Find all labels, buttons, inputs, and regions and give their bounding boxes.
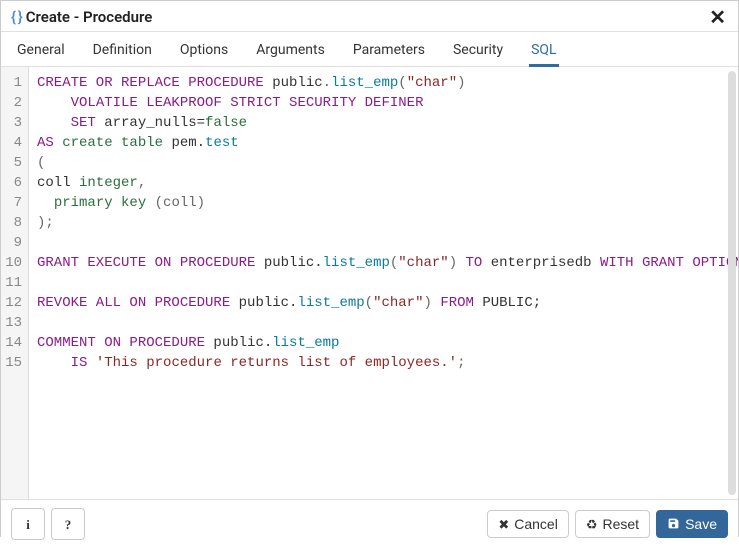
line-number: 1 <box>5 73 22 93</box>
line-number: 10 <box>5 253 22 273</box>
cancel-button[interactable]: ✖ Cancel <box>487 510 569 538</box>
line-number: 4 <box>5 133 22 153</box>
sql-code-area[interactable]: CREATE OR REPLACE PROCEDURE public.list_… <box>29 67 738 499</box>
line-number: 2 <box>5 93 22 113</box>
line-number: 6 <box>5 173 22 193</box>
line-number: 3 <box>5 113 22 133</box>
code-line[interactable]: SET array_nulls=false <box>37 113 730 133</box>
code-line[interactable]: primary key (coll) <box>37 193 730 213</box>
sql-editor[interactable]: 123456789101112131415 CREATE OR REPLACE … <box>1 67 738 499</box>
code-line[interactable] <box>37 233 730 253</box>
tab-general[interactable]: General <box>15 38 67 66</box>
line-number: 15 <box>5 353 22 373</box>
info-icon: i <box>26 518 30 531</box>
code-line[interactable]: AS create table pem.test <box>37 133 730 153</box>
close-icon: ✖ <box>498 518 509 531</box>
line-number: 13 <box>5 313 22 333</box>
line-number: 12 <box>5 293 22 313</box>
code-line[interactable]: ); <box>37 213 730 233</box>
code-line[interactable] <box>37 313 730 333</box>
code-line[interactable] <box>37 273 730 293</box>
dialog-footer: i ? ✖ Cancel ♻ Reset Save <box>1 499 738 548</box>
tab-arguments[interactable]: Arguments <box>254 38 327 66</box>
tab-parameters[interactable]: Parameters <box>351 38 427 66</box>
code-line[interactable]: ( <box>37 153 730 173</box>
code-line[interactable]: CREATE OR REPLACE PROCEDURE public.list_… <box>37 73 730 93</box>
tab-sql[interactable]: SQL <box>529 38 558 66</box>
line-number: 7 <box>5 193 22 213</box>
cancel-label: Cancel <box>514 516 558 532</box>
tab-security[interactable]: Security <box>451 38 505 66</box>
close-icon[interactable]: ✕ <box>709 7 726 27</box>
info-button[interactable]: i <box>11 508 45 540</box>
save-label: Save <box>685 516 717 532</box>
line-number: 8 <box>5 213 22 233</box>
save-icon <box>667 517 680 532</box>
dialog-header: { } Create - Procedure ✕ <box>1 1 738 32</box>
code-line[interactable]: REVOKE ALL ON PROCEDURE public.list_emp(… <box>37 293 730 313</box>
line-number: 5 <box>5 153 22 173</box>
code-line[interactable]: IS 'This procedure returns list of emplo… <box>37 353 730 373</box>
vertical-scrollbar[interactable] <box>728 71 736 495</box>
title-wrap: { } Create - Procedure <box>11 8 152 26</box>
code-line[interactable]: GRANT EXECUTE ON PROCEDURE public.list_e… <box>37 253 730 273</box>
code-line[interactable]: coll integer, <box>37 173 730 193</box>
line-number: 11 <box>5 273 22 293</box>
footer-left: i ? <box>11 508 85 540</box>
tab-options[interactable]: Options <box>178 38 230 66</box>
help-icon: ? <box>65 518 72 531</box>
tab-definition[interactable]: Definition <box>91 38 154 66</box>
tab-bar: General Definition Options Arguments Par… <box>1 32 738 67</box>
footer-right: ✖ Cancel ♻ Reset Save <box>487 510 728 538</box>
line-number: 14 <box>5 333 22 353</box>
reset-button[interactable]: ♻ Reset <box>575 510 650 538</box>
dialog-title: Create - Procedure <box>26 8 153 26</box>
recycle-icon: ♻ <box>586 518 598 531</box>
code-line[interactable]: COMMENT ON PROCEDURE public.list_emp <box>37 333 730 353</box>
reset-label: Reset <box>603 516 640 532</box>
line-number-gutter: 123456789101112131415 <box>1 67 29 499</box>
help-button[interactable]: ? <box>51 508 85 540</box>
code-line[interactable]: VOLATILE LEAKPROOF STRICT SECURITY DEFIN… <box>37 93 730 113</box>
save-button[interactable]: Save <box>656 510 728 538</box>
procedure-icon: { } <box>11 8 22 26</box>
line-number: 9 <box>5 233 22 253</box>
